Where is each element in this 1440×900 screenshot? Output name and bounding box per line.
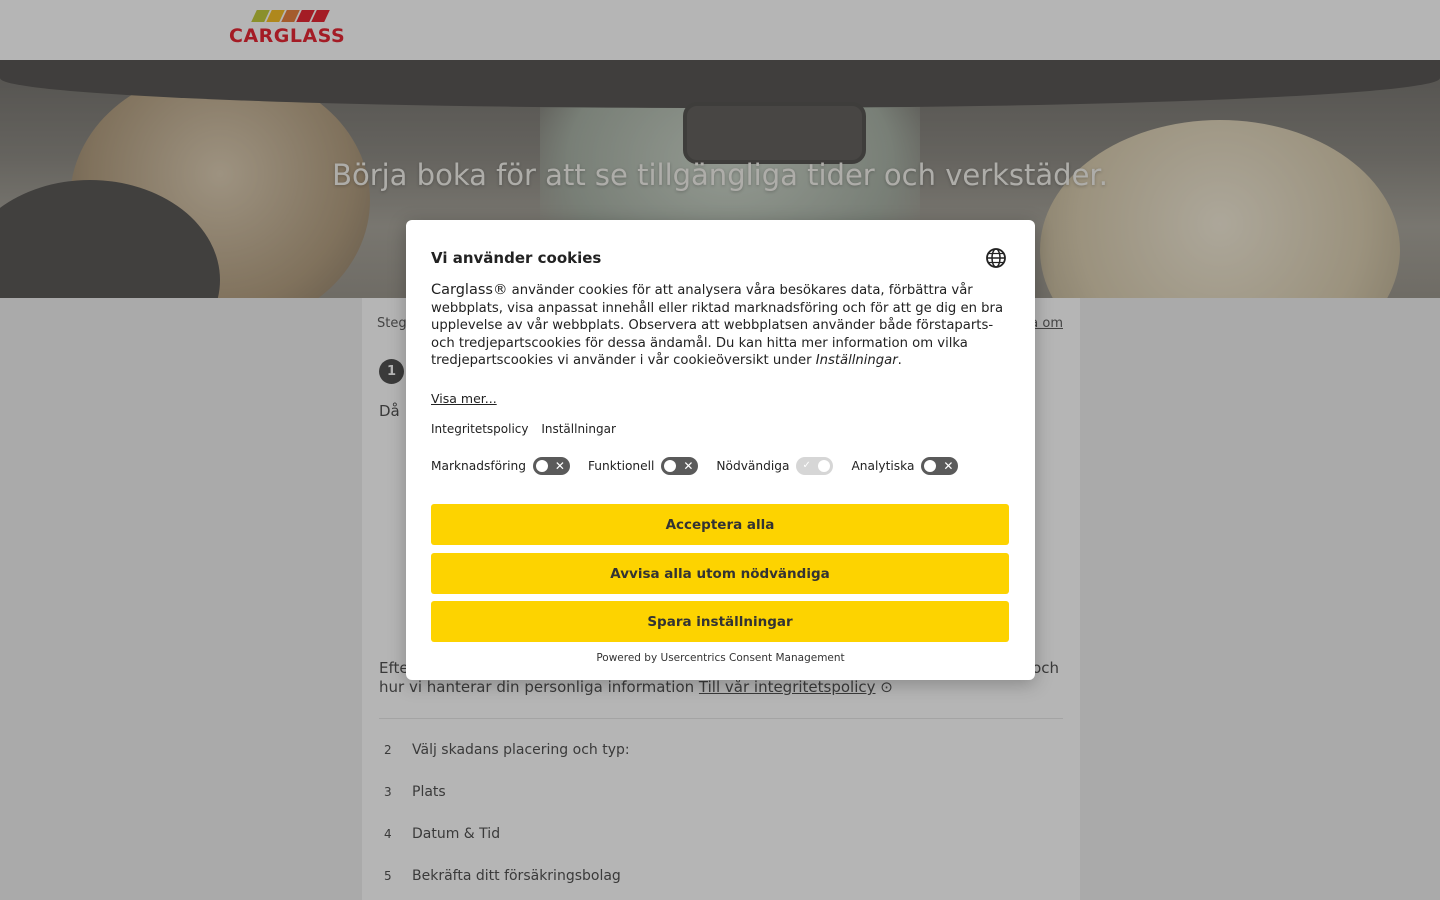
powered-by-text[interactable]: Powered by Usercentrics Consent Manageme… (406, 652, 1035, 664)
close-icon: ✕ (554, 459, 565, 473)
save-settings-button[interactable]: Spara inställningar (431, 601, 1009, 642)
brand-name: Carglass® (431, 282, 508, 298)
close-icon: ✕ (683, 459, 694, 473)
close-icon: ✕ (943, 459, 954, 473)
cookie-body-text: använder cookies för att analysera våra … (431, 283, 1004, 369)
deny-all-button[interactable]: Avvisa alla utom nödvändiga (431, 553, 1009, 594)
toggle-functional: Funktionell ✕ (587, 457, 699, 475)
functional-switch[interactable]: ✕ (661, 457, 699, 475)
toggle-label: Funktionell (587, 459, 655, 473)
privacy-policy-dialog-link[interactable]: Integritetspolicy (431, 422, 529, 436)
toggle-marketing: Marknadsföring ✕ (431, 457, 570, 475)
cookie-dialog-title: Vi använder cookies (431, 249, 602, 267)
dialog-links: Integritetspolicy Inställningar (431, 422, 625, 436)
cookie-consent-dialog: Vi använder cookies Carglass® använder c… (406, 220, 1035, 680)
body-period: . (897, 353, 902, 369)
show-more-link[interactable]: Visa mer... (431, 391, 497, 406)
settings-inline-link[interactable]: Inställningar (816, 353, 898, 368)
necessary-switch: ✓ (796, 457, 834, 475)
toggle-label: Analytiska (851, 459, 915, 473)
toggle-label: Marknadsföring (431, 459, 526, 473)
marketing-switch[interactable]: ✕ (532, 457, 570, 475)
toggle-necessary: Nödvändiga ✓ (716, 457, 834, 475)
settings-dialog-link[interactable]: Inställningar (541, 422, 616, 436)
check-icon: ✓ (802, 460, 811, 471)
consent-toggles: Marknadsföring ✕ Funktionell ✕ Nödvändig… (431, 457, 976, 475)
accept-all-button[interactable]: Acceptera alla (431, 504, 1009, 545)
language-globe-icon[interactable] (985, 247, 1007, 269)
analytics-switch[interactable]: ✕ (921, 457, 959, 475)
toggle-label: Nödvändiga (716, 459, 790, 473)
toggle-analytics: Analytiska ✕ (851, 457, 959, 475)
cookie-description: Carglass® använder cookies för att analy… (431, 282, 1011, 370)
